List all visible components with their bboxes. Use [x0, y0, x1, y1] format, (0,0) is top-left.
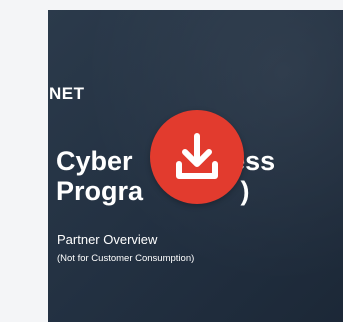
brand-logo-text: NET	[49, 84, 85, 103]
download-button[interactable]	[150, 110, 244, 204]
document-note: (Not for Customer Consumption)	[57, 253, 195, 264]
document-subtitle: Partner Overview	[57, 232, 158, 247]
page: NET Cyber ssess Progra ) Partner Overvie…	[0, 0, 343, 322]
download-icon	[176, 133, 218, 179]
